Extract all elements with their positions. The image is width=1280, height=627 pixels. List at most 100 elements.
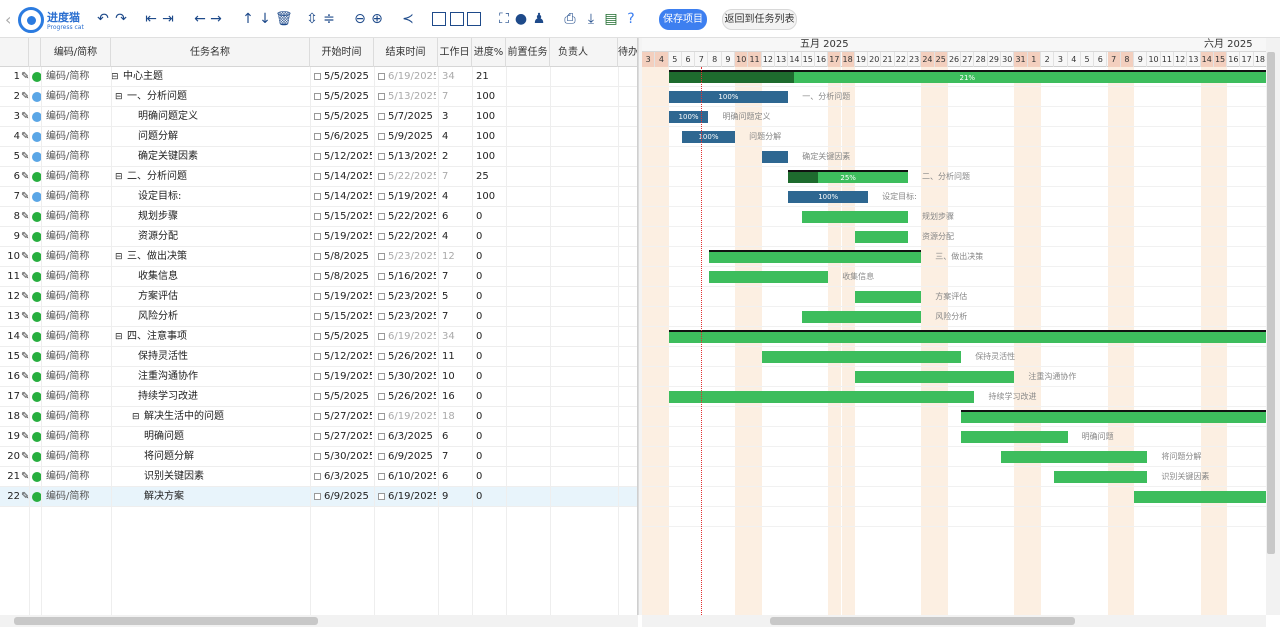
end-date[interactable]: 5/23/2025 xyxy=(378,307,436,327)
header-progress[interactable]: 进度% xyxy=(472,38,506,67)
predecessor-cell[interactable] xyxy=(508,407,548,427)
header-name[interactable]: 任务名称 xyxy=(111,38,310,67)
owner-cell[interactable] xyxy=(552,107,616,127)
end-date[interactable]: 6/9/2025 xyxy=(378,447,436,467)
task-code[interactable]: 编码/简称 xyxy=(46,407,111,427)
end-checkbox[interactable] xyxy=(378,433,385,440)
arrow-left-icon[interactable]: ← xyxy=(193,9,207,29)
end-checkbox[interactable] xyxy=(378,493,385,500)
task-code[interactable]: 编码/简称 xyxy=(46,347,111,367)
owner-cell[interactable] xyxy=(552,207,616,227)
task-bar[interactable] xyxy=(854,371,1015,383)
start-checkbox[interactable] xyxy=(314,253,321,260)
edit-pencil-icon[interactable]: ✎ xyxy=(21,247,29,267)
share-icon[interactable]: ≺ xyxy=(401,9,415,29)
start-checkbox[interactable] xyxy=(314,153,321,160)
edit-pencil-icon[interactable]: ✎ xyxy=(21,227,29,247)
task-code[interactable]: 编码/简称 xyxy=(46,167,111,187)
end-checkbox[interactable] xyxy=(378,333,385,340)
task-name[interactable]: 规划步骤 xyxy=(138,207,300,227)
end-checkbox[interactable] xyxy=(378,93,385,100)
owner-cell[interactable] xyxy=(552,487,616,507)
task-name[interactable]: 四、注意事项 xyxy=(127,327,306,347)
edit-pencil-icon[interactable]: ✎ xyxy=(21,147,29,167)
edit-pencil-icon[interactable]: ✎ xyxy=(21,87,29,107)
task-bar[interactable] xyxy=(854,291,922,303)
progress-percent[interactable]: 0 xyxy=(476,387,504,407)
edit-pencil-icon[interactable]: ✎ xyxy=(21,127,29,147)
table-row[interactable]: 17 ✎ 编码/简称 持续学习改进 5/5/2025 5/26/2025 16 0 xyxy=(0,387,637,407)
start-checkbox[interactable] xyxy=(314,173,321,180)
zoom-out-icon[interactable]: ⊖ xyxy=(353,9,367,29)
end-date[interactable]: 5/7/2025 xyxy=(378,107,436,127)
edit-pencil-icon[interactable]: ✎ xyxy=(21,467,29,487)
task-bar[interactable] xyxy=(961,431,1068,443)
end-date[interactable]: 5/22/2025 xyxy=(378,167,436,187)
edit-pencil-icon[interactable]: ✎ xyxy=(21,207,29,227)
task-name[interactable]: 明确问题 xyxy=(144,427,300,447)
work-days[interactable]: 5 xyxy=(442,287,470,307)
header-owner[interactable]: 负责人 xyxy=(550,38,618,67)
progress-percent[interactable]: 0 xyxy=(476,487,504,507)
start-date[interactable]: 5/5/2025 xyxy=(314,327,372,347)
edit-pencil-icon[interactable]: ✎ xyxy=(21,267,29,287)
task-bar[interactable] xyxy=(761,151,789,163)
save-project-button[interactable]: 保存项目 xyxy=(659,9,707,30)
task-name[interactable]: 二、分析问题 xyxy=(127,167,306,187)
edit-pencil-icon[interactable]: ✎ xyxy=(21,67,29,87)
task-bar[interactable] xyxy=(1134,491,1266,503)
end-date[interactable]: 6/19/2025 xyxy=(378,487,436,507)
end-checkbox[interactable] xyxy=(378,193,385,200)
task-bar[interactable] xyxy=(1054,471,1148,483)
progress-percent[interactable]: 0 xyxy=(476,267,504,287)
work-days[interactable]: 34 xyxy=(442,327,470,347)
end-date[interactable]: 5/16/2025 xyxy=(378,267,436,287)
progress-percent[interactable]: 0 xyxy=(476,327,504,347)
start-checkbox[interactable] xyxy=(314,273,321,280)
task-name[interactable]: 注重沟通协作 xyxy=(138,367,300,387)
predecessor-cell[interactable] xyxy=(508,347,548,367)
end-date[interactable]: 5/13/2025 xyxy=(378,87,436,107)
end-checkbox[interactable] xyxy=(378,393,385,400)
task-name[interactable]: 将问题分解 xyxy=(144,447,300,467)
start-checkbox[interactable] xyxy=(314,73,321,80)
work-days[interactable]: 7 xyxy=(442,167,470,187)
header-predecessor[interactable]: 前置任务 xyxy=(506,38,550,67)
task-name[interactable]: 明确问题定义 xyxy=(138,107,300,127)
owner-cell[interactable] xyxy=(552,307,616,327)
task-name[interactable]: 设定目标: xyxy=(138,187,300,207)
progress-percent[interactable]: 0 xyxy=(476,307,504,327)
header-start[interactable]: 开始时间 xyxy=(310,38,374,67)
end-checkbox[interactable] xyxy=(378,453,385,460)
task-name[interactable]: 保持灵活性 xyxy=(138,347,300,367)
start-date[interactable]: 5/30/2025 xyxy=(314,447,372,467)
work-days[interactable]: 18 xyxy=(442,407,470,427)
edit-pencil-icon[interactable]: ✎ xyxy=(21,187,29,207)
task-bar[interactable] xyxy=(708,271,829,283)
task-name[interactable]: 资源分配 xyxy=(138,227,300,247)
task-bar[interactable] xyxy=(761,351,962,363)
collapse-all-icon[interactable]: ≑ xyxy=(322,9,336,29)
owner-cell[interactable] xyxy=(552,67,616,87)
layout-left-icon[interactable] xyxy=(432,12,446,26)
end-checkbox[interactable] xyxy=(378,213,385,220)
work-days[interactable]: 4 xyxy=(442,187,470,207)
back-to-task-list-button[interactable]: 返回到任务列表 xyxy=(722,9,797,30)
table-row[interactable]: 5 ✎ 编码/简称 确定关键因素 5/12/2025 5/13/2025 2 100 xyxy=(0,147,637,167)
start-checkbox[interactable] xyxy=(314,313,321,320)
owner-cell[interactable] xyxy=(552,287,616,307)
start-date[interactable]: 5/8/2025 xyxy=(314,267,372,287)
task-code[interactable]: 编码/简称 xyxy=(46,387,111,407)
users-icon[interactable]: ♟ xyxy=(531,9,547,29)
task-bar[interactable] xyxy=(801,211,908,223)
start-date[interactable]: 5/27/2025 xyxy=(314,407,372,427)
progress-percent[interactable]: 0 xyxy=(476,247,504,267)
start-date[interactable]: 5/12/2025 xyxy=(314,147,372,167)
layout-split-icon[interactable] xyxy=(450,12,464,26)
predecessor-cell[interactable] xyxy=(508,227,548,247)
owner-cell[interactable] xyxy=(552,427,616,447)
predecessor-cell[interactable] xyxy=(508,487,548,507)
table-row[interactable]: 6 ✎ 编码/简称 ⊟ 二、分析问题 5/14/2025 5/22/2025 7 25 xyxy=(0,167,637,187)
predecessor-cell[interactable] xyxy=(508,267,548,287)
task-code[interactable]: 编码/简称 xyxy=(46,67,111,87)
